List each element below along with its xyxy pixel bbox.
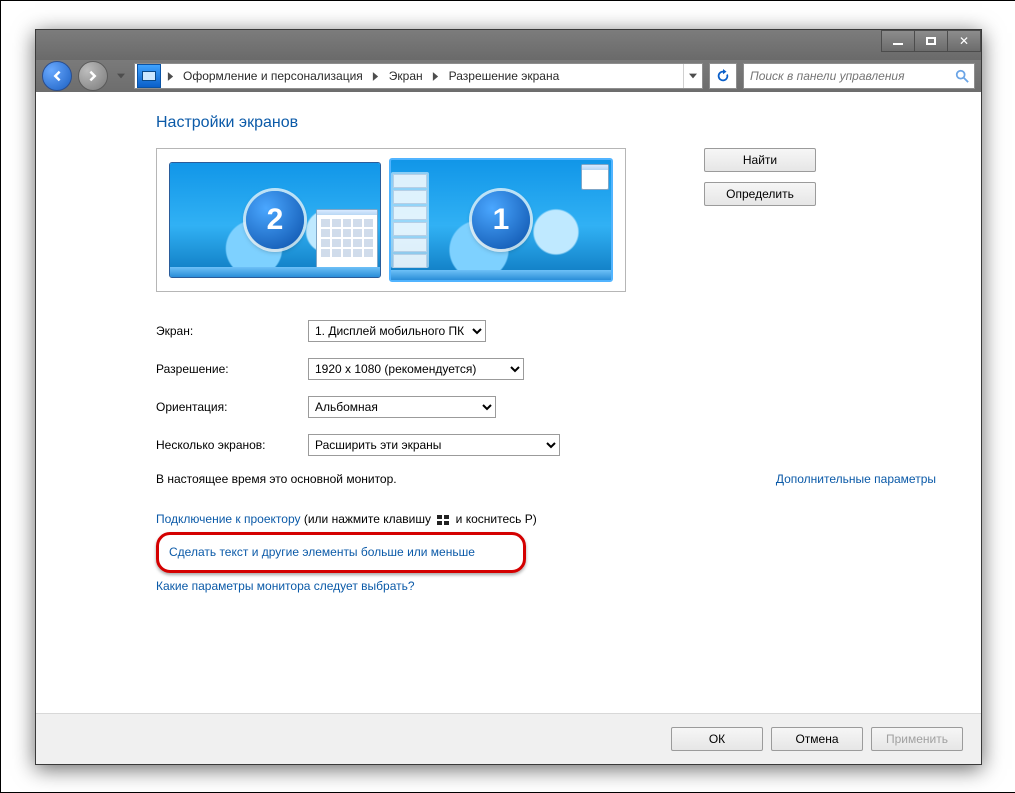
select-display[interactable]: 1. Дисплей мобильного ПК — [308, 320, 486, 342]
sidebar-icon — [391, 172, 429, 268]
monitor-1[interactable]: 1 — [389, 158, 613, 282]
monitor-number-badge: 2 — [246, 191, 304, 249]
path-dropdown[interactable] — [683, 64, 702, 88]
search-icon — [950, 69, 974, 83]
control-panel-icon — [137, 64, 161, 88]
ok-button[interactable]: ОК — [671, 727, 763, 751]
windows-key-icon — [436, 514, 450, 526]
apply-button[interactable]: Применить — [871, 727, 963, 751]
cancel-button[interactable]: Отмена — [771, 727, 863, 751]
monitor-2[interactable]: 2 — [169, 162, 381, 278]
close-button[interactable] — [948, 30, 981, 52]
text-projector-hint1: (или нажмите клавишу — [301, 512, 435, 526]
chevron-right-icon[interactable] — [163, 64, 177, 88]
search-box[interactable] — [743, 63, 975, 89]
select-orientation[interactable]: Альбомная — [308, 396, 496, 418]
history-dropdown[interactable] — [114, 63, 128, 89]
identify-button[interactable]: Определить — [704, 182, 816, 206]
link-advanced[interactable]: Дополнительные параметры — [776, 472, 936, 486]
page-title: Настройки экранов — [156, 114, 951, 132]
chevron-right-icon[interactable] — [369, 64, 383, 88]
select-resolution[interactable]: 1920 x 1080 (рекомендуется) — [308, 358, 524, 380]
window-icon — [581, 164, 609, 190]
crumb-appearance[interactable]: Оформление и персонализация — [177, 64, 369, 88]
label-display: Экран: — [156, 324, 308, 338]
crumb-resolution[interactable]: Разрешение экрана — [443, 64, 566, 88]
title-bar[interactable] — [36, 30, 981, 60]
forward-button[interactable] — [78, 61, 108, 91]
refresh-button[interactable] — [709, 63, 737, 89]
link-projector[interactable]: Подключение к проектору — [156, 512, 301, 526]
label-multi: Несколько экранов: — [156, 438, 308, 452]
link-which-settings[interactable]: Какие параметры монитора следует выбрать… — [156, 579, 415, 593]
window-icon — [316, 209, 378, 273]
monitor-arrangement[interactable]: 2 — [156, 148, 626, 292]
text-projector-hint2: и коснитесь P) — [452, 512, 536, 526]
primary-monitor-text: В настоящее время это основной монитор. — [156, 472, 397, 486]
highlight-annotation: Сделать текст и другие элементы больше и… — [156, 532, 526, 572]
maximize-button[interactable] — [915, 30, 948, 52]
detect-button[interactable]: Найти — [704, 148, 816, 172]
monitor-number-badge: 1 — [472, 191, 530, 249]
label-orientation: Ориентация: — [156, 400, 308, 414]
back-button[interactable] — [42, 61, 72, 91]
search-input[interactable] — [744, 68, 950, 84]
footer-bar: ОК Отмена Применить — [36, 713, 981, 764]
select-multi[interactable]: Расширить эти экраны — [308, 434, 560, 456]
crumb-display[interactable]: Экран — [383, 64, 429, 88]
content-area: Настройки экранов 2 — [36, 92, 981, 714]
label-resolution: Разрешение: — [156, 362, 308, 376]
address-bar: Оформление и персонализация Экран Разреш… — [36, 60, 981, 92]
window: Оформление и персонализация Экран Разреш… — [35, 29, 982, 765]
chevron-right-icon[interactable] — [429, 64, 443, 88]
breadcrumb-bar[interactable]: Оформление и персонализация Экран Разреш… — [134, 63, 703, 89]
link-text-size[interactable]: Сделать текст и другие элементы больше и… — [169, 545, 475, 559]
minimize-button[interactable] — [881, 30, 915, 52]
